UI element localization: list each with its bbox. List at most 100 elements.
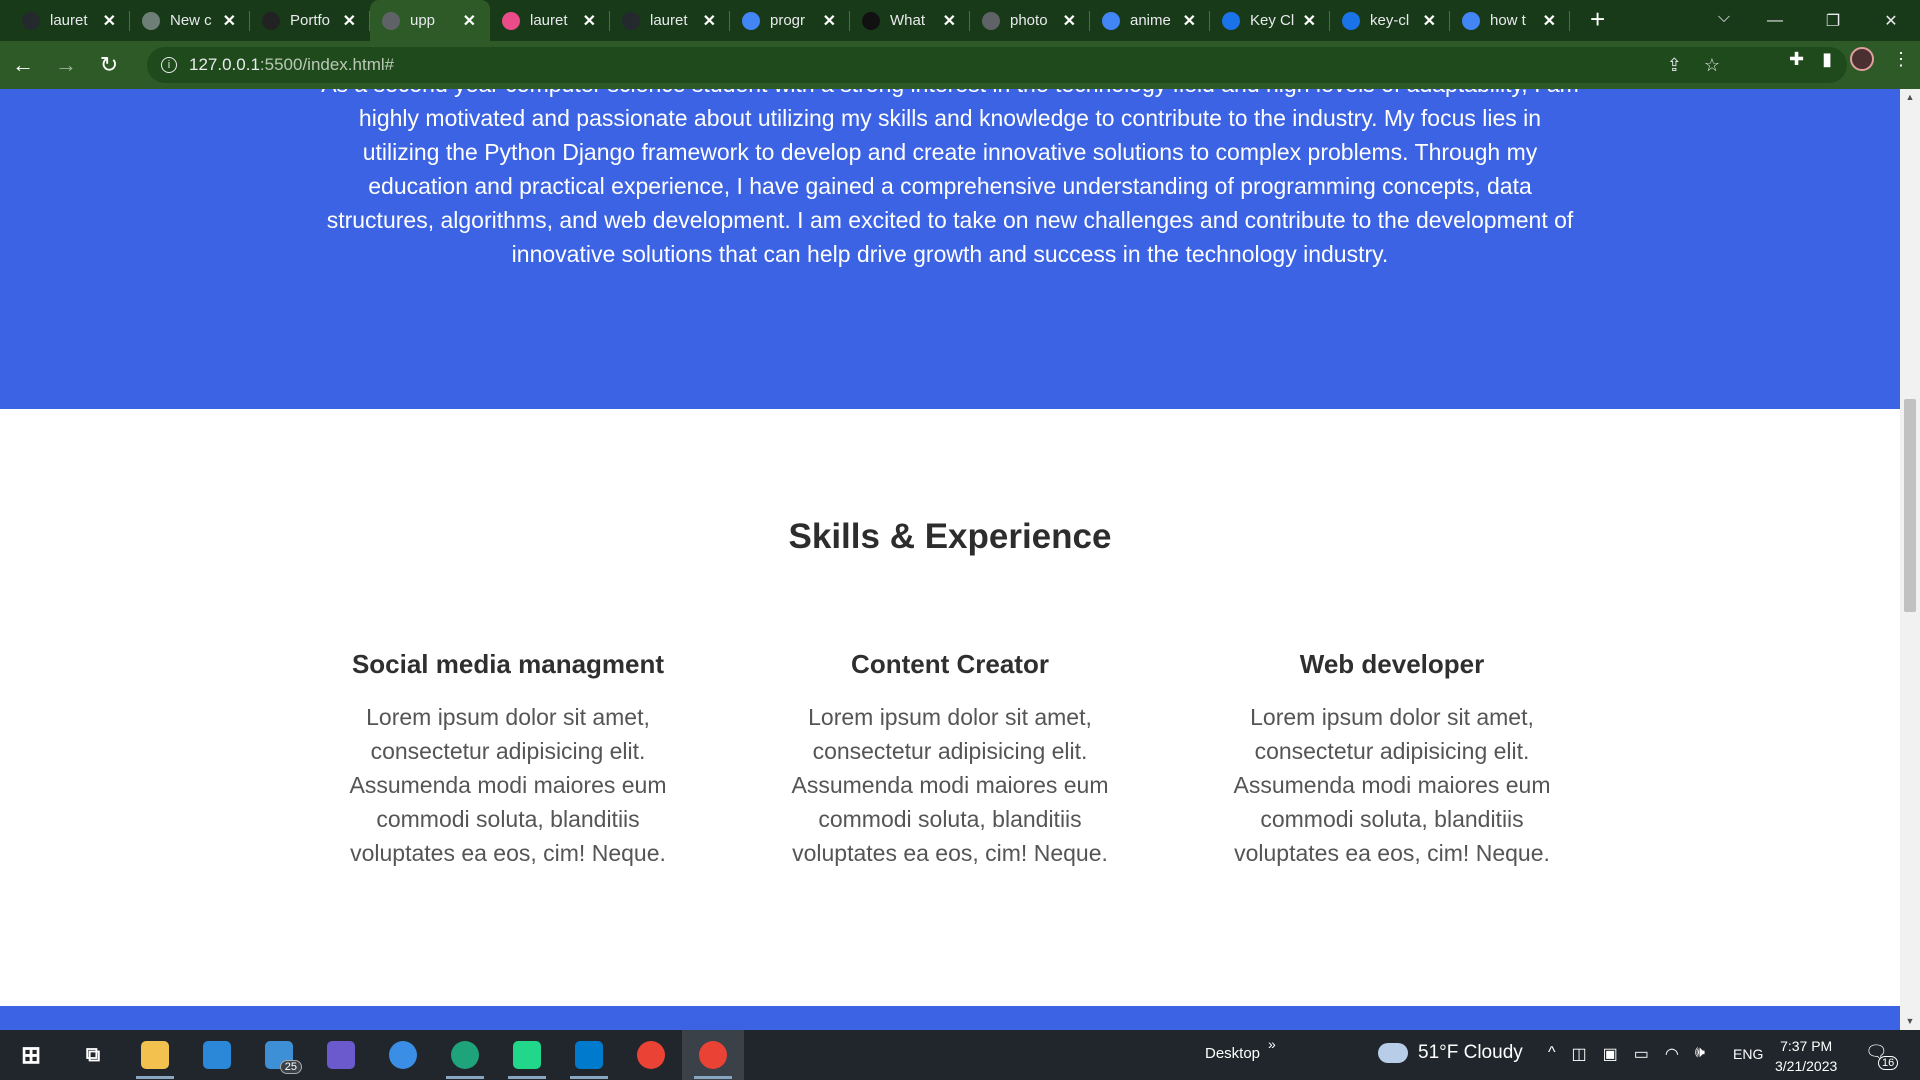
browser-tab[interactable]: lauret ✕ <box>610 0 730 41</box>
minimize-icon[interactable]: — <box>1746 12 1804 30</box>
back-icon[interactable]: ← <box>3 45 43 85</box>
battery-icon[interactable]: ▭ <box>1634 1044 1649 1064</box>
task-view-icon: ⧉ <box>85 1043 101 1066</box>
close-tab-icon[interactable]: ✕ <box>223 11 236 31</box>
microsoft-store-icon <box>203 1041 231 1069</box>
taskbar-app[interactable] <box>620 1030 682 1080</box>
browser-tab[interactable]: What ✕ <box>850 0 970 41</box>
menu-icon[interactable]: ⋮ <box>1892 49 1910 70</box>
browser-tab[interactable]: lauret ✕ <box>490 0 610 41</box>
skills-title: Skills & Experience <box>788 517 1112 556</box>
scroll-up-icon[interactable]: ▲ <box>1900 89 1920 106</box>
defender-icon[interactable]: ▣ <box>1603 1044 1618 1064</box>
new-tab-icon[interactable]: + <box>1590 4 1605 35</box>
taskbar-app[interactable] <box>434 1030 496 1080</box>
share-icon[interactable]: ⇪ <box>1667 55 1682 76</box>
taskbar-app[interactable]: ⧉ <box>62 1030 124 1080</box>
tab-title: What <box>890 12 926 29</box>
close-tab-icon[interactable]: ✕ <box>1423 11 1436 31</box>
close-window-icon[interactable]: ✕ <box>1862 11 1920 31</box>
forward-icon[interactable]: → <box>46 45 86 85</box>
about-text: As a second year computer science studen… <box>321 89 1579 267</box>
system-clock[interactable]: 7:37 PM 3/21/2023 <box>1775 1036 1837 1076</box>
f-icon <box>862 11 880 30</box>
taskbar-app[interactable] <box>558 1030 620 1080</box>
browser-tab[interactable]: Portfo ✕ <box>250 0 370 41</box>
skill-description: Lorem ipsum dolor sit amet, consectetur … <box>791 704 1109 866</box>
browser-tab-strip: lauret ✕ New c ✕ Portfo ✕ upp ✕ lauret ✕ lauret ✕ pr… <box>0 0 1920 41</box>
scroll-thumb[interactable] <box>1904 399 1916 612</box>
chevron-double-right-icon[interactable]: » <box>1268 1036 1276 1052</box>
codepen-icon <box>262 11 280 30</box>
taskbar-app[interactable]: 25 <box>248 1030 310 1080</box>
taskbar-app[interactable]: ⊞ <box>0 1030 62 1080</box>
browser-tab[interactable]: upp ✕ <box>370 0 490 41</box>
close-tab-icon[interactable]: ✕ <box>103 11 116 31</box>
browser-tab[interactable]: New c ✕ <box>130 0 250 41</box>
close-tab-icon[interactable]: ✕ <box>343 11 356 31</box>
close-tab-icon[interactable]: ✕ <box>1303 11 1316 31</box>
tab-title: how t <box>1490 12 1526 29</box>
url-path: :5500/index.html# <box>259 55 395 74</box>
close-tab-icon[interactable]: ✕ <box>703 11 716 31</box>
google-icon <box>1462 11 1480 30</box>
desktop-toolbar-label[interactable]: Desktop <box>1205 1045 1260 1062</box>
edge-icon <box>451 1041 479 1069</box>
weather-text: 51°F Cloudy <box>1418 1042 1523 1063</box>
close-tab-icon[interactable]: ✕ <box>1063 11 1076 31</box>
close-tab-icon[interactable]: ✕ <box>943 11 956 31</box>
tab-title: photo <box>1010 12 1048 29</box>
close-tab-icon[interactable]: ✕ <box>1183 11 1196 31</box>
browser-tab[interactable]: anime ✕ <box>1090 0 1210 41</box>
taskbar-app[interactable] <box>310 1030 372 1080</box>
close-tab-icon[interactable]: ✕ <box>583 11 596 31</box>
tab-title: Key Cl <box>1250 12 1294 29</box>
file-explorer-icon <box>141 1041 169 1069</box>
tab-search-icon[interactable]: ⌵ <box>1718 9 1730 27</box>
reload-icon[interactable]: ↻ <box>89 45 129 85</box>
close-tab-icon[interactable]: ✕ <box>463 11 476 31</box>
address-bar[interactable]: i 127.0.0.1:5500/index.html# <box>147 47 1847 83</box>
taskbar-app[interactable] <box>186 1030 248 1080</box>
extensions-icon[interactable]: ✚ <box>1789 49 1804 70</box>
restore-icon[interactable]: ❐ <box>1804 11 1862 31</box>
browser-tab[interactable]: progr ✕ <box>730 0 850 41</box>
clock-date: 3/21/2023 <box>1775 1058 1838 1074</box>
browser-tab[interactable]: how t ✕ <box>1450 0 1570 41</box>
language-indicator[interactable]: ENG <box>1733 1046 1763 1062</box>
close-tab-icon[interactable]: ✕ <box>823 11 836 31</box>
taskbar-app[interactable] <box>682 1030 744 1080</box>
tab-title: upp <box>410 12 436 29</box>
bookmark-star-icon[interactable]: ☆ <box>1704 55 1720 76</box>
tab-title: New c <box>170 12 212 29</box>
volume-icon[interactable]: 🕪 <box>1695 1044 1705 1064</box>
weather-widget[interactable]: 51°F Cloudy <box>1378 1042 1523 1064</box>
scroll-down-icon[interactable]: ▼ <box>1900 1013 1920 1030</box>
github-icon <box>622 11 640 30</box>
taskbar-app[interactable] <box>496 1030 558 1080</box>
page-scrollbar[interactable]: ▲ ▼ <box>1900 89 1920 1030</box>
close-tab-icon[interactable]: ✕ <box>1543 11 1556 31</box>
cortana-icon <box>389 1041 417 1069</box>
google-icon <box>1102 11 1120 30</box>
tab-separator <box>1569 11 1570 31</box>
profile-avatar[interactable] <box>1850 47 1874 71</box>
taskbar-app[interactable] <box>372 1030 434 1080</box>
tab-title: key-cl <box>1370 12 1410 29</box>
chrome-profile-icon <box>699 1041 727 1069</box>
browser-tab[interactable]: lauret ✕ <box>10 0 130 41</box>
wifi-icon[interactable]: ◠ <box>1665 1044 1679 1064</box>
meet-now-icon[interactable]: ◫ <box>1572 1044 1587 1064</box>
browser-tab[interactable]: photo ✕ <box>970 0 1090 41</box>
side-panel-icon[interactable]: ▮ <box>1822 49 1832 70</box>
dribbble-icon <box>502 11 520 30</box>
taskbar-app[interactable] <box>124 1030 186 1080</box>
cloud-icon <box>1378 1043 1408 1063</box>
browser-tab[interactable]: Key Cl ✕ <box>1210 0 1330 41</box>
chevron-up-icon[interactable]: ^ <box>1548 1044 1556 1064</box>
skill-title: Content Creator <box>851 649 1049 679</box>
start-icon: ⊞ <box>20 1041 42 1069</box>
site-info-icon[interactable]: i <box>161 57 177 73</box>
browser-tab[interactable]: key-cl ✕ <box>1330 0 1450 41</box>
gif-icon <box>1342 11 1360 30</box>
